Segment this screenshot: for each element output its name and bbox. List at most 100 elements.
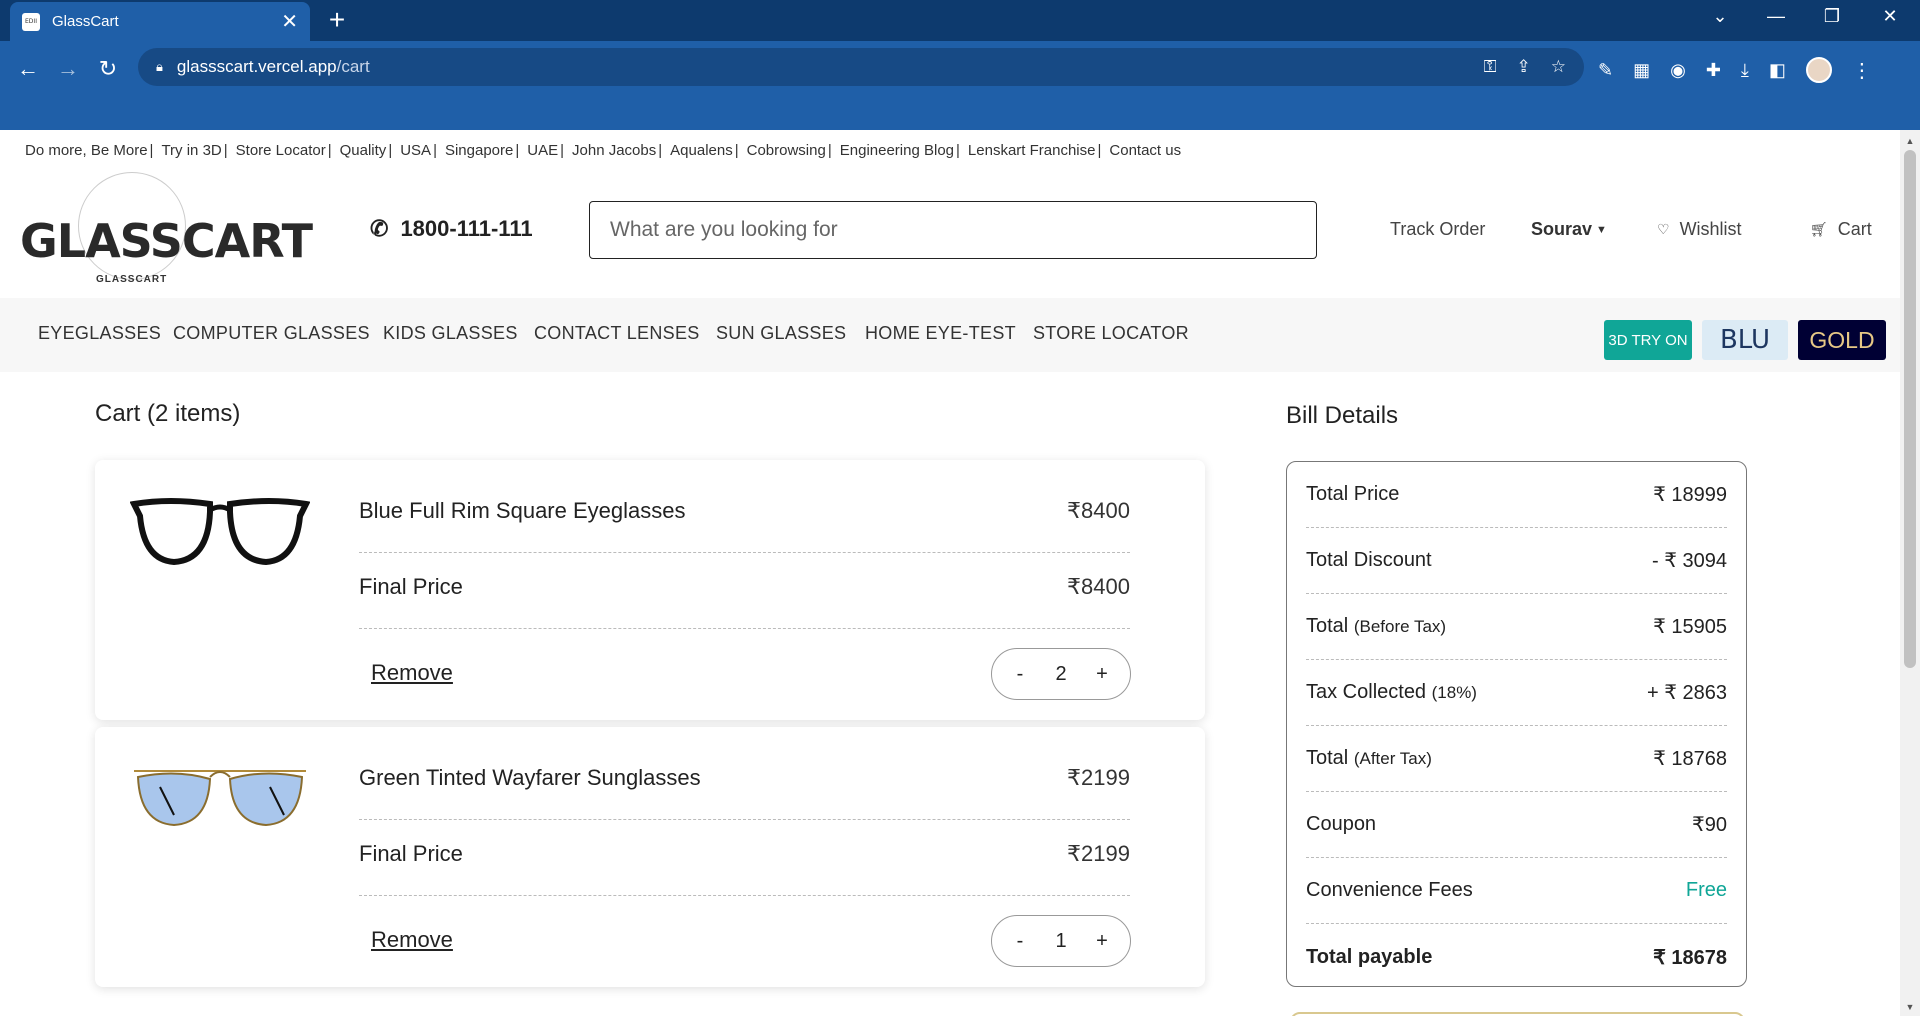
final-price-label: Final Price [359,841,463,866]
search-input[interactable] [589,201,1317,259]
pen-extension-icon[interactable]: ✎ [1598,60,1613,81]
site-logo[interactable]: GLASSCART GLASSCART [20,172,313,287]
scroll-down-icon[interactable]: ▼ [1900,1002,1920,1012]
top-link[interactable]: Singapore [445,142,513,159]
scroll-thumb[interactable] [1904,150,1916,668]
bill-label-text: Total [1306,747,1349,769]
new-tab-icon[interactable]: + [322,6,352,34]
tab-title: GlassCart [52,13,119,30]
bill-row-before-tax: Total (Before Tax) ₹ 15905 [1306,594,1727,660]
url-path: /cart [336,57,370,76]
bill-value: - ₹ 3094 [1652,550,1727,572]
decrement-button[interactable]: - [1010,663,1030,686]
nav-sun-glasses[interactable]: SUN GLASSES [716,323,846,344]
divider: | [433,142,437,159]
reload-icon[interactable]: ↻ [92,53,124,85]
divider: | [388,142,393,159]
top-link[interactable]: Engineering Blog [840,142,954,159]
nav-contact-lenses[interactable]: CONTACT LENSES [534,323,700,344]
page-scrollbar[interactable]: ▲ ▼ [1900,130,1920,1016]
forward-icon[interactable]: → [52,53,84,85]
bill-row-total-discount: Total Discount - ₹ 3094 [1306,528,1727,594]
top-link[interactable]: USA [400,142,431,159]
extensions-puzzle-icon[interactable]: ✚ [1706,60,1721,81]
bill-label-text: Total Price [1306,483,1400,505]
quantity-value: 1 [1055,929,1067,952]
top-link[interactable]: Aqualens [670,142,733,159]
top-link[interactable]: John Jacobs [572,142,656,159]
coupon-card-edge [1290,1012,1745,1016]
bill-label-text: Tax Collected [1306,681,1427,703]
wishlist-link[interactable]: ♡ Wishlist [1657,219,1742,240]
menu-kebab-icon[interactable]: ⋮ [1852,58,1872,83]
bill-label-note: (18%) [1431,683,1477,702]
bill-row-tax: Tax Collected (18%) + ₹ 2863 [1306,660,1727,726]
top-link[interactable]: Try in 3D [161,142,221,159]
product-price: ₹2199 [1067,765,1130,790]
product-name: Blue Full Rim Square Eyeglasses [359,498,686,523]
divider: | [734,142,739,159]
cart-title: Cart (2 items) [95,400,241,427]
page-content: Do more, Be More | Try in 3D | Store Locat… [0,130,1900,1016]
final-price-label: Final Price [359,574,463,599]
increment-button[interactable]: + [1092,663,1112,686]
top-link[interactable]: UAE [527,142,558,159]
quantity-value: 2 [1055,662,1067,685]
tab-search-icon[interactable]: ⌄ [1700,6,1740,27]
share-icon[interactable]: ⇪ [1517,57,1531,77]
nav-home-eye-test[interactable]: HOME EYE-TEST [865,323,1016,344]
quantity-stepper: - 1 + [991,915,1131,967]
key-icon[interactable]: ⚿ [1484,57,1497,77]
support-phone: ✆ 1800-111-111 [370,216,533,242]
back-icon[interactable]: ← [12,53,44,85]
scroll-up-icon[interactable]: ▲ [1900,136,1920,146]
gold-button[interactable]: GOLD [1798,320,1886,360]
increment-button[interactable]: + [1092,930,1112,953]
bill-value: ₹90 [1692,814,1727,836]
bill-value: ₹ 15905 [1653,616,1727,638]
3d-try-on-button[interactable]: 3D TRY ON [1604,320,1692,360]
remove-item-link[interactable]: Remove [371,927,453,953]
remove-item-link[interactable]: Remove [371,660,453,686]
minimize-icon[interactable]: — [1756,6,1796,27]
divider [359,819,1130,820]
bookmark-star-icon[interactable]: ☆ [1551,57,1566,77]
user-menu[interactable]: Sourav ▼ [1531,219,1607,240]
divider: | [149,142,154,159]
track-order-link[interactable]: Track Order [1390,219,1485,240]
nav-kids-glasses[interactable]: KIDS GLASSES [383,323,518,344]
divider [359,895,1130,896]
top-link[interactable]: Contact us [1109,142,1181,159]
cart-link[interactable]: 🛒︎ Cart [1810,219,1872,240]
nav-eyeglasses[interactable]: EYEGLASSES [38,323,161,344]
top-link[interactable]: Quality [340,142,387,159]
close-window-icon[interactable]: ✕ [1870,6,1910,27]
chrome-extension-icon[interactable]: ◉ [1670,60,1686,81]
nav-store-locator[interactable]: STORE LOCATOR [1033,323,1189,344]
divider [359,628,1130,629]
nav-computer-glasses[interactable]: COMPUTER GLASSES [173,323,370,344]
top-link[interactable]: Lenskart Franchise [968,142,1096,159]
top-link[interactable]: Do more, Be More [25,142,148,159]
bill-details-panel: Total Price ₹ 18999 Total Discount - ₹ 3… [1286,461,1747,987]
browser-tab[interactable]: EDII GlassCart ✕ [10,2,310,41]
blu-button[interactable]: BLU [1702,320,1788,360]
close-tab-icon[interactable]: ✕ [281,9,298,34]
divider [359,552,1130,553]
address-bar[interactable]: 🔒︎ glassscart.vercel.app/cart ⚿ ⇪ ☆ [138,48,1584,86]
download-icon[interactable]: ⤓ [1741,60,1749,81]
divider: | [327,142,332,159]
top-link[interactable]: Store Locator [236,142,326,159]
decrement-button[interactable]: - [1010,930,1030,953]
final-price-value: ₹8400 [1067,574,1130,599]
bill-row-convenience-fees: Convenience Fees Free [1306,858,1727,924]
bill-label: Convenience Fees [1306,879,1473,902]
divider: | [827,142,832,159]
eyeglasses-image [130,498,310,566]
calendar-extension-icon[interactable]: ▦ [1633,60,1650,81]
restore-icon[interactable]: ❐ [1812,6,1852,27]
top-link[interactable]: Cobrowsing [747,142,826,159]
product-name: Green Tinted Wayfarer Sunglasses [359,765,701,790]
side-panel-icon[interactable]: ◧ [1769,60,1786,81]
profile-avatar[interactable] [1805,57,1832,83]
